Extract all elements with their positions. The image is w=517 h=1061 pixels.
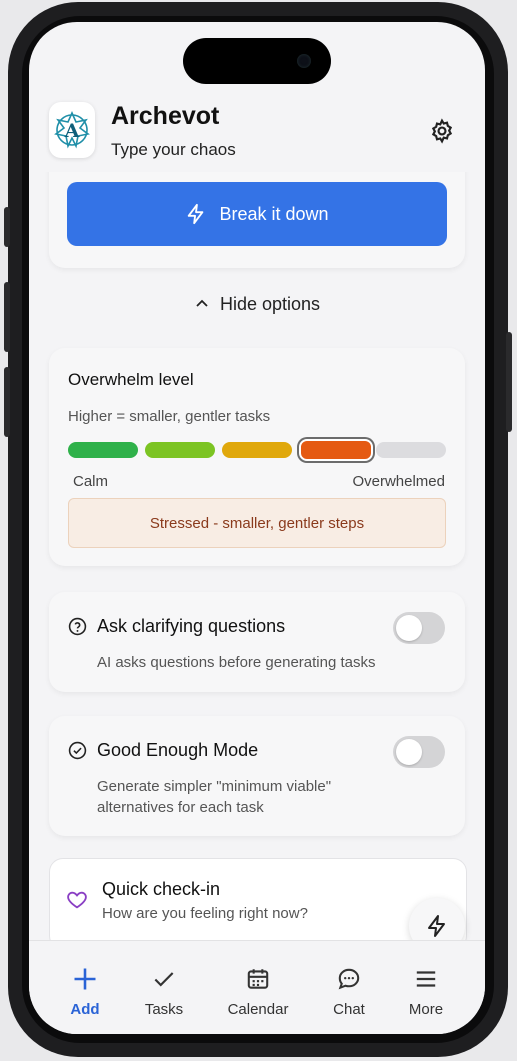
overwhelm-subtitle: Higher = smaller, gentler tasks (68, 408, 271, 425)
action-button (4, 207, 10, 247)
nav-chat[interactable]: Chat (309, 963, 389, 1018)
plus-icon (74, 968, 96, 990)
good-enough-mode-label: Good Enough Mode (97, 740, 259, 760)
good-enough-mode-card: Good Enough Mode Generate simpler "minim… (49, 716, 465, 836)
toggle-knob (396, 739, 422, 765)
nav-tasks-label: Tasks (144, 1001, 184, 1018)
app-logo: A (49, 102, 95, 158)
nav-more[interactable]: More (386, 963, 466, 1018)
quick-checkin-card[interactable]: Quick check-in How are you feeling right… (49, 858, 467, 942)
break-it-down-button[interactable]: Break it down (67, 182, 447, 246)
quick-checkin-title: Quick check-in (102, 879, 221, 899)
clarifying-questions-header: Ask clarifying questions (68, 616, 285, 637)
scroll-content[interactable]: Break it down Hide options Overwhelm lev… (29, 172, 485, 942)
app-subtitle: Type your chaos (111, 140, 236, 159)
calm-label: Calm (73, 473, 109, 490)
question-circle-icon (68, 617, 87, 636)
overwhelm-level-2[interactable] (145, 442, 215, 458)
overwhelm-card: Overwhelm level Higher = smaller, gentle… (49, 348, 465, 566)
clarifying-questions-card: Ask clarifying questions AI asks questio… (49, 592, 465, 692)
clarifying-questions-label: Ask clarifying questions (97, 616, 286, 636)
hide-options-label: Hide options (219, 293, 321, 314)
volume-down-button (4, 367, 10, 437)
dynamic-island (183, 38, 331, 84)
app-title: Archevot (111, 102, 220, 130)
nav-calendar-label: Calendar (227, 1001, 289, 1018)
lightning-icon (428, 915, 445, 937)
good-enough-mode-description: Generate simpler "minimum viable" altern… (97, 778, 332, 816)
quick-checkin-subtitle: How are you feeling right now? (102, 905, 308, 922)
power-button (506, 332, 512, 432)
nav-calendar[interactable]: Calendar (218, 963, 298, 1018)
toggle-knob (396, 615, 422, 641)
overwhelm-status: Stressed - smaller, gentler steps (68, 498, 446, 548)
nav-chat-label: Chat (333, 1001, 365, 1018)
check-icon (154, 972, 174, 987)
nav-tasks[interactable]: Tasks (124, 963, 204, 1018)
clarifying-questions-toggle[interactable] (393, 612, 445, 644)
good-enough-mode-header: Good Enough Mode (68, 740, 258, 761)
svg-text:A: A (64, 120, 80, 142)
hide-options-toggle[interactable]: Hide options (29, 290, 485, 318)
bottom-nav: Add Tasks Calendar Chat More (29, 940, 485, 1034)
chat-icon (338, 968, 360, 990)
clarifying-questions-description: AI asks questions before generating task… (97, 654, 376, 671)
good-enough-mode-toggle[interactable] (393, 736, 445, 768)
overwhelm-title: Overwhelm level (68, 370, 194, 389)
check-circle-icon (68, 741, 87, 760)
nav-add[interactable]: Add (45, 963, 125, 1018)
nav-add-label: Add (70, 1001, 100, 1018)
break-it-down-label: Break it down (219, 203, 329, 224)
overwhelm-level-5[interactable] (376, 442, 446, 458)
app-header: A Archevot Type your chaos (29, 96, 485, 182)
settings-button[interactable] (429, 118, 455, 144)
heart-icon (67, 891, 87, 909)
overwhelmed-label: Overwhelmed (352, 473, 445, 490)
menu-icon (416, 971, 436, 987)
overwhelm-level-4[interactable] (299, 439, 373, 461)
overwhelm-level-3[interactable] (222, 442, 292, 458)
lightning-icon (188, 203, 204, 225)
gear-icon (431, 118, 453, 144)
mandala-icon: A (54, 111, 90, 149)
overwhelm-level-selector (68, 439, 446, 461)
calendar-icon (247, 969, 269, 989)
break-card: Break it down (49, 172, 465, 268)
overwhelm-level-1[interactable] (68, 442, 138, 458)
screen: A Archevot Type your chaos Break it down (29, 22, 485, 1034)
volume-up-button (4, 282, 10, 352)
nav-more-label: More (408, 1001, 444, 1018)
chevron-up-icon (196, 299, 208, 307)
